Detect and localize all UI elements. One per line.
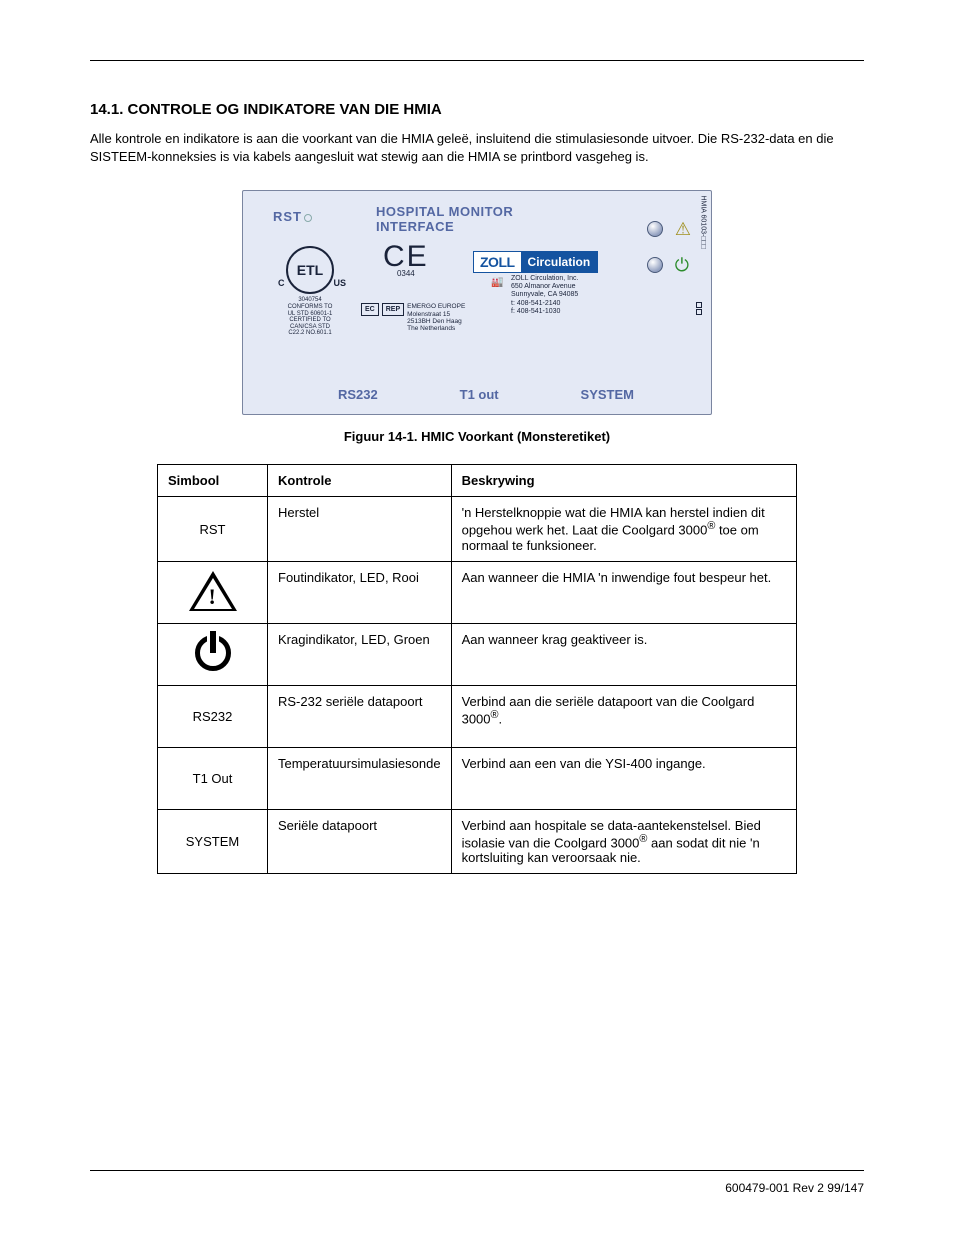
power-icon — [195, 635, 231, 671]
zoll-logo: ZOLL Circulation — [473, 251, 598, 273]
etl-text: 3040754 CONFORMS TO UL STD 60601-1 CERTI… — [265, 297, 355, 337]
hmi-panel-image: RST HOSPITAL MONITOR INTERFACE ⚠ ⏻ ETL C… — [242, 190, 712, 415]
hmi-title: HOSPITAL MONITOR INTERFACE — [376, 205, 513, 234]
control-cell: Seriële datapoort — [268, 809, 452, 873]
th-desc: Beskrywing — [451, 465, 796, 497]
description-cell: Verbind aan een van die YSI-400 ingange. — [451, 747, 796, 809]
table-row: SYSTEMSeriële datapoortVerbind aan hospi… — [158, 809, 797, 873]
label-rs232: RS232 — [338, 387, 378, 402]
rst-text: RST — [273, 209, 302, 224]
rst-hole-icon — [304, 214, 312, 222]
description-cell: Aan wanneer krag geaktiveer is. — [451, 623, 796, 685]
control-cell: Temperatuursimulasiesonde — [268, 747, 452, 809]
table-header-row: Simbool Kontrole Beskrywing — [158, 465, 797, 497]
ce-mark: CE 0344 — [383, 245, 429, 278]
table-row: Kragindikator, LED, GroenAan wanneer kra… — [158, 623, 797, 685]
fault-led — [647, 221, 663, 237]
th-control: Kontrole — [268, 465, 452, 497]
table-row: T1 OutTemperatuursimulasiesondeVerbind a… — [158, 747, 797, 809]
label-system: SYSTEM — [581, 387, 634, 402]
etl-mark-icon: ETL C US — [286, 246, 334, 294]
symbol-cell: SYSTEM — [158, 809, 268, 873]
ec-rep-text: EMERGO EUROPE Molenstraat 15 2513BH Den … — [407, 303, 465, 332]
hmi-title-line2: INTERFACE — [376, 219, 454, 234]
power-led — [647, 257, 663, 273]
figure-hmi-panel: RST HOSPITAL MONITOR INTERFACE ⚠ ⏻ ETL C… — [90, 190, 864, 415]
hmi-title-line1: HOSPITAL MONITOR — [376, 204, 513, 219]
part-number-strip: HMIA 60103-□□□ — [700, 196, 707, 250]
control-cell: Foutindikator, LED, Rooi — [268, 561, 452, 623]
etl-block: ETL C US 3040754 CONFORMS TO UL STD 6060… — [265, 246, 355, 337]
table-row: ! Foutindikator, LED, RooiAan wanneer die… — [158, 561, 797, 623]
zoll-brand-text: ZOLL — [474, 252, 521, 272]
symbol-cell: RS232 — [158, 685, 268, 747]
control-cell: Kragindikator, LED, Groen — [268, 623, 452, 685]
description-cell: Verbind aan die seriële datapoort van di… — [451, 685, 796, 747]
table-row: RSTHerstel'n Herstelknoppie wat die HMIA… — [158, 497, 797, 561]
description-cell: 'n Herstelknoppie wat die HMIA kan herst… — [451, 497, 796, 561]
ce-icon: CE — [383, 245, 429, 269]
th-symbol: Simbool — [158, 465, 268, 497]
warning-triangle-icon: ! — [189, 571, 237, 611]
symbol-cell: ! — [158, 561, 268, 623]
table-row: RS232RS-232 seriële datapoortVerbind aan… — [158, 685, 797, 747]
ec-box: EC — [361, 303, 379, 316]
control-cell: Herstel — [268, 497, 452, 561]
control-cell: RS-232 seriële datapoort — [268, 685, 452, 747]
description-cell: Aan wanneer die HMIA 'n inwendige fout b… — [451, 561, 796, 623]
zoll-circulation-text: Circulation — [521, 252, 598, 272]
ec-rep-block: EC REP EMERGO EUROPE Molenstraat 15 2513… — [361, 303, 465, 332]
figure-caption: Figuur 14-1. HMIC Voorkant (Monsteretike… — [90, 429, 864, 444]
manufacturer-icon: 🏭 — [491, 277, 503, 288]
symbol-cell: RST — [158, 497, 268, 561]
description-cell: Verbind aan hospitale se data-aantekenst… — [451, 809, 796, 873]
label-t1out: T1 out — [460, 387, 499, 402]
symbol-cell: T1 Out — [158, 747, 268, 809]
warning-triangle-icon: ⚠ — [675, 219, 691, 240]
intro-paragraph: Alle kontrole en indikatore is aan die v… — [90, 130, 864, 166]
rep-box: REP — [382, 303, 404, 316]
zoll-address: ZOLL Circulation, Inc. 650 Almanor Avenu… — [511, 275, 578, 315]
controls-table: Simbool Kontrole Beskrywing RSTHerstel'n… — [157, 464, 797, 874]
symbol-cell — [158, 623, 268, 685]
power-icon: ⏻ — [675, 255, 689, 276]
pn-checkboxes — [696, 301, 706, 316]
panel-bottom-labels: RS232 T1 out SYSTEM — [243, 387, 711, 402]
page-footer: 600479-001 Rev 2 99/147 — [90, 1170, 864, 1195]
hmi-rst-label: RST — [273, 209, 312, 224]
section-heading: 14.1. CONTROLE OG INDIKATORE VAN DIE HMI… — [90, 101, 864, 118]
